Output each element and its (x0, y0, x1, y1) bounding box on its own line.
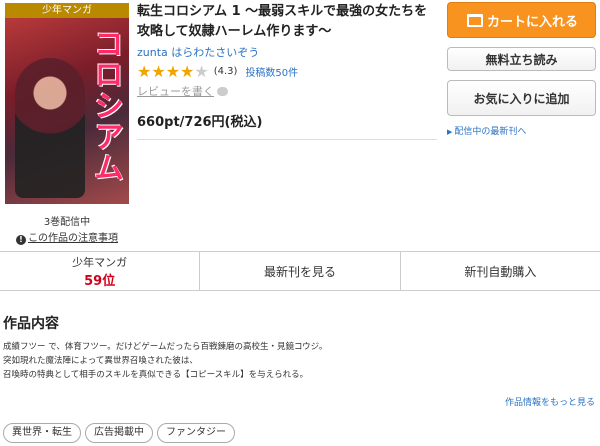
divider (137, 139, 437, 140)
star-icon: ★ (165, 61, 181, 81)
star-icon: ★ (194, 61, 209, 81)
add-to-cart-label: カートに入れる (486, 14, 578, 30)
caution-note: ! この作品の注意事項 (5, 229, 129, 245)
star-icon: ★ (151, 61, 166, 81)
description-line: 成績フツー で、体育フツー。だけどゲームだったら百戦錬磨の高校生・見鏡コウジ。 (3, 342, 328, 352)
add-favorite-button[interactable]: お気に入りに追加 (447, 80, 596, 116)
rating-value: (4.3) (213, 66, 238, 77)
tag-chip[interactable]: 広告掲載中 (85, 423, 153, 443)
cover-figure (15, 58, 85, 198)
product-info: 転生コロシアム 1 ～最弱スキルで最強の女たちを攻略して奴隷ハーレム作ります～ … (137, 2, 437, 140)
tag-chip[interactable]: ファンタジー (157, 423, 235, 443)
availability-text: 3巻配信中 (43, 217, 91, 228)
author-links[interactable]: zunta はらわたさいぞう (137, 44, 437, 60)
more-info-link[interactable]: 作品情報をもっと見る (505, 395, 595, 408)
cart-icon (465, 14, 483, 27)
add-to-cart-button[interactable]: カートに入れる (447, 2, 596, 38)
star-icon: ★ (137, 61, 152, 81)
rating-stars: ★ ★ ★ ★ ★ (137, 61, 209, 81)
write-review-link[interactable]: レビューを書く (137, 83, 228, 99)
purchase-column: カートに入れる 無料立ち読み お気に入りに追加 ▶ 配信中の最新刊へ (447, 2, 596, 137)
description: 成績フツー で、体育フツー。だけどゲームだったら百戦錬磨の高校生・見鏡コウジ。 … (3, 340, 593, 382)
stats-bar: 少年マンガ 59位 最新刊を見る 新刊自動購入 (0, 251, 600, 291)
cover-column: 少年マンガ コロシアム 3巻配信中 ! この作品の注意事項 (5, 3, 129, 245)
star-icon: ★ (180, 61, 195, 81)
description-line: 召喚時の特典として相手のスキルを真似できる【コピースキル】を与えられる。 (3, 370, 309, 380)
view-latest-button[interactable]: 最新刊を見る (199, 252, 399, 290)
latest-volume-label: 配信中の最新刊へ (454, 127, 527, 137)
genre-badge[interactable]: 少年マンガ (5, 3, 129, 18)
rating-row: ★ ★ ★ ★ ★ (4.3) 投稿数50件 (137, 63, 437, 80)
cover-art-title: コロシアム (88, 28, 123, 183)
latest-volume-link[interactable]: ▶ 配信中の最新刊へ (447, 124, 596, 137)
triangle-right-icon: ▶ (447, 128, 453, 136)
speech-bubble-icon (217, 86, 228, 96)
review-count-link[interactable]: 投稿数50件 (245, 64, 298, 79)
free-trial-button[interactable]: 無料立ち読み (447, 47, 596, 71)
section-title: 作品内容 (3, 316, 59, 332)
cover-image[interactable]: コロシアム (5, 18, 129, 204)
description-line: 突如現れた魔法陣によって異世界召喚された彼は、 (3, 356, 198, 366)
info-icon: ! (16, 235, 26, 245)
tag-list: 異世界・転生 広告掲載中 ファンタジー (3, 423, 235, 443)
ranking-label: 少年マンガ (72, 255, 128, 269)
tag-chip[interactable]: 異世界・転生 (3, 423, 81, 443)
caution-link[interactable]: この作品の注意事項 (28, 233, 118, 244)
price: 660pt/726円(税込) (137, 115, 263, 130)
write-review-label: レビューを書く (137, 85, 214, 98)
auto-buy-button[interactable]: 新刊自動購入 (399, 252, 600, 290)
product-title: 転生コロシアム 1 ～最弱スキルで最強の女たちを攻略して奴隷ハーレム作ります～ (137, 4, 428, 39)
ranking-cell[interactable]: 少年マンガ 59位 (0, 252, 199, 290)
ranking-value: 59位 (84, 273, 116, 289)
